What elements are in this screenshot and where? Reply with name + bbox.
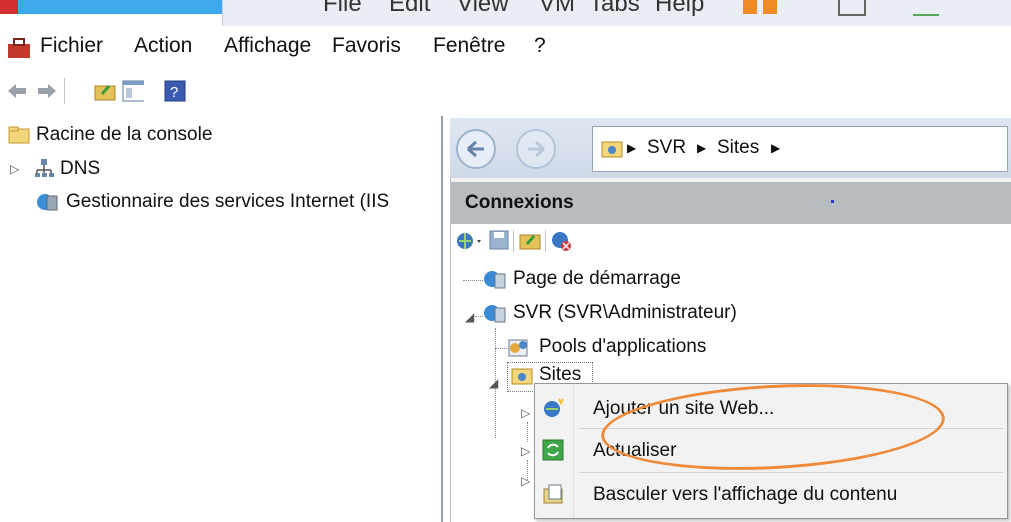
- menu-separator-2: [579, 472, 1003, 473]
- tree-line-5: [527, 422, 528, 442]
- iis-manager-icon: [37, 194, 58, 211]
- save-icon[interactable]: [489, 230, 509, 250]
- header-dot: [831, 200, 834, 203]
- collapse-sites-icon[interactable]: ◢: [489, 376, 498, 390]
- back-button[interactable]: [456, 129, 496, 169]
- vm-menu-vm[interactable]: VM: [539, 0, 575, 18]
- sites-folder-icon: [601, 141, 623, 158]
- expand-site-2-icon[interactable]: ▷: [521, 444, 530, 458]
- disconnect-icon[interactable]: [551, 230, 573, 252]
- dns-icon: [35, 159, 54, 177]
- pane-splitter[interactable]: [441, 116, 443, 522]
- connections-toolbar: [451, 224, 1011, 258]
- menu-fichier[interactable]: Fichier: [40, 34, 103, 58]
- expand-dns-icon[interactable]: ▷: [10, 162, 19, 176]
- address-box[interactable]: ▶ SVR ▶ Sites ▶: [592, 126, 1008, 172]
- console-root-folder-icon: [8, 126, 30, 144]
- tree-line-2: [475, 316, 483, 317]
- menu-favoris[interactable]: Favoris: [332, 34, 401, 58]
- vm-menu-file[interactable]: File: [323, 0, 362, 18]
- start-page-icon: [484, 271, 506, 289]
- toolbox-icon: [8, 38, 30, 58]
- menu-affichage[interactable]: Affichage: [224, 34, 311, 58]
- forward-arrow-icon[interactable]: [36, 80, 58, 102]
- server-icon: [484, 305, 506, 323]
- collapse-server-icon[interactable]: ◢: [465, 310, 474, 324]
- vm-toolbar: File Edit View VM Tabs Help: [0, 0, 1011, 26]
- expand-site-3-icon[interactable]: ▷: [521, 474, 530, 488]
- tree-app-pools[interactable]: Pools d'applications: [539, 336, 706, 358]
- menu-bar: Fichier Action Affichage Favoris Fenêtre…: [0, 30, 1011, 64]
- refresh-icon: [542, 439, 564, 461]
- menu-help[interactable]: ?: [534, 34, 546, 58]
- connections-toolbar-separator: [513, 230, 514, 252]
- app-pools-icon: [508, 339, 528, 357]
- back-arrow-circle-icon: [467, 140, 484, 158]
- vm-toolbar-blue-block: [18, 0, 222, 14]
- forward-arrow-circle-icon: [528, 140, 545, 158]
- console-tree-pane: Racine de la console ▷ DNS Gestionnaire …: [0, 116, 440, 522]
- monitor-icon[interactable]: [838, 0, 866, 16]
- tree-root[interactable]: Racine de la console: [36, 124, 212, 146]
- tree-item-dns[interactable]: DNS: [60, 158, 100, 180]
- forward-button[interactable]: [516, 129, 556, 169]
- connections-toolbar-separator-2: [545, 230, 546, 252]
- breadcrumb-arrow-icon[interactable]: ▶: [627, 141, 636, 155]
- back-arrow-icon[interactable]: [6, 80, 28, 102]
- toolbar-separator: [64, 78, 65, 104]
- breadcrumb-sites[interactable]: Sites: [717, 137, 759, 159]
- address-bar: ▶ SVR ▶ Sites ▶: [450, 118, 1011, 178]
- connect-globe-icon[interactable]: [455, 230, 485, 252]
- add-website-globe-icon: [544, 398, 564, 417]
- expand-site-1-icon[interactable]: ▷: [521, 406, 530, 420]
- content-view-label: Basculer vers l'affichage du contenu: [593, 484, 898, 505]
- breadcrumb-arrow-icon-2[interactable]: ▶: [697, 141, 706, 155]
- pause-icon-bar: [763, 0, 777, 14]
- mmc-toolbar: ?: [0, 70, 1011, 110]
- breadcrumb-arrow-icon-3[interactable]: ▶: [771, 141, 780, 155]
- tree-server[interactable]: SVR (SVR\Administrateur): [513, 302, 737, 324]
- breadcrumb-svr[interactable]: SVR: [647, 137, 686, 159]
- vm-menu-bar: File Edit View VM Tabs Help: [222, 0, 1011, 26]
- help-icon[interactable]: ?: [164, 80, 186, 102]
- pause-icon[interactable]: [743, 0, 757, 14]
- vm-menu-edit[interactable]: Edit: [389, 0, 430, 18]
- snapshot-icon[interactable]: [913, 0, 939, 16]
- tree-line: [463, 280, 483, 281]
- tree-item-iis[interactable]: Gestionnaire des services Internet (IIS: [66, 191, 389, 213]
- tree-line-4: [495, 348, 507, 349]
- connections-header: Connexions: [451, 182, 1011, 224]
- menu-item-content-view[interactable]: Basculer vers l'affichage du contenu: [535, 474, 1007, 514]
- vm-menu-view[interactable]: View: [457, 0, 509, 18]
- vm-menu-help[interactable]: Help: [655, 0, 704, 18]
- show-hide-tree-icon[interactable]: [122, 80, 144, 102]
- svg-text:?: ?: [170, 84, 178, 101]
- menu-fenetre[interactable]: Fenêtre: [433, 34, 505, 58]
- vm-menu-tabs[interactable]: Tabs: [589, 0, 640, 18]
- menu-action[interactable]: Action: [134, 34, 192, 58]
- sites-icon: [511, 368, 533, 385]
- content-view-icon: [543, 484, 563, 504]
- up-folder-icon[interactable]: [519, 230, 541, 250]
- folder-up-icon[interactable]: [94, 80, 116, 102]
- tree-start-page[interactable]: Page de démarrage: [513, 268, 681, 290]
- connections-title: Connexions: [465, 192, 574, 213]
